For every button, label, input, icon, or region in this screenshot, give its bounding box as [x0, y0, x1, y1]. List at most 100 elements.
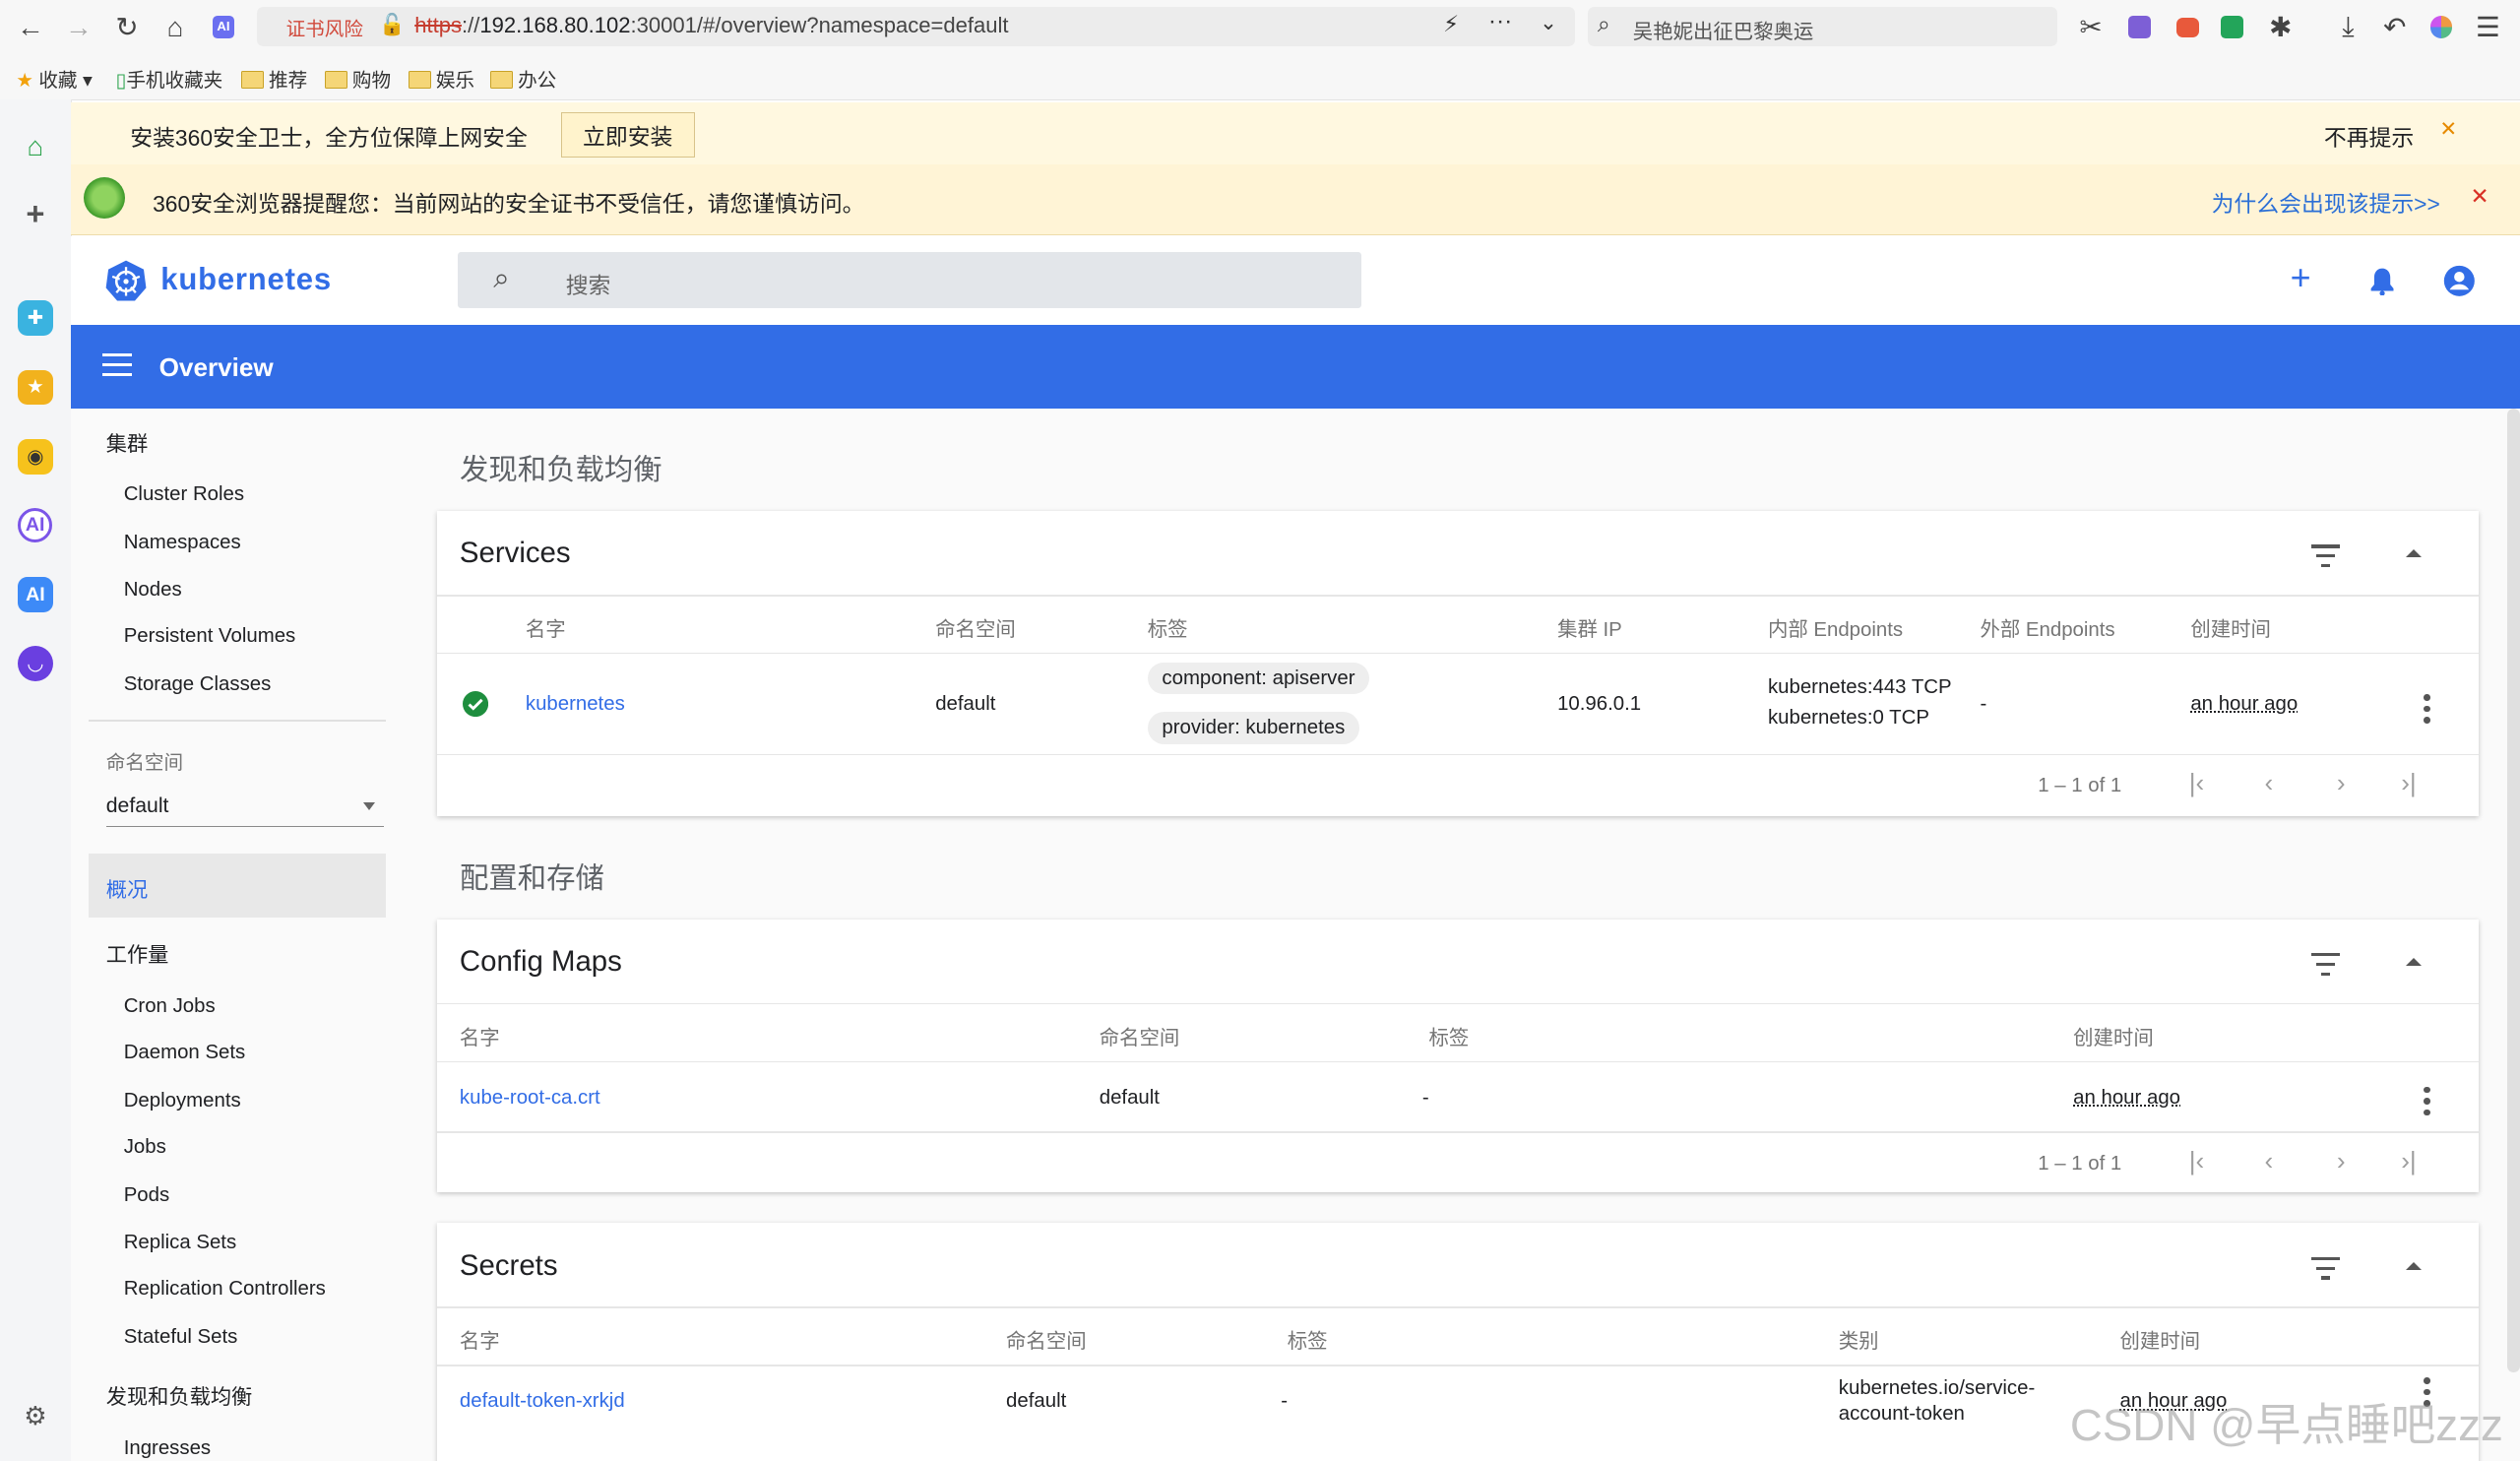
why-warning-link[interactable]: 为什么会出现该提示>> — [2212, 185, 2440, 219]
service-name-link[interactable]: kubernetes — [526, 693, 625, 716]
lightning-icon[interactable]: ⚡ — [1443, 11, 1459, 37]
home-icon[interactable]: ⌂ — [18, 129, 53, 164]
notes-icon[interactable] — [2215, 10, 2250, 45]
kubernetes-logo-icon[interactable] — [104, 259, 148, 302]
nav-section-workloads[interactable]: 工作量 — [106, 938, 169, 969]
row-actions-kebab-icon[interactable] — [2424, 1086, 2430, 1120]
last-page-icon[interactable]: ›| — [2401, 1146, 2416, 1176]
configmap-labels: - — [1421, 1086, 1429, 1109]
nav-item-jobs[interactable]: Jobs — [124, 1136, 166, 1159]
secret-name-link[interactable]: default-token-xrkjd — [460, 1390, 625, 1413]
nav-item-persistent-volumes[interactable]: Persistent Volumes — [124, 625, 296, 648]
first-page-icon[interactable]: |‹ — [2189, 768, 2204, 798]
page-scrollbar[interactable] — [2507, 408, 2520, 1373]
filter-icon[interactable] — [2310, 1256, 2341, 1286]
col-header-created[interactable]: 创建时间 — [2073, 1021, 2154, 1050]
url-text[interactable]: https://192.168.80.102:30001/#/overview?… — [414, 13, 1008, 38]
profile-icon[interactable] — [2424, 10, 2459, 45]
nav-item-deployments[interactable]: Deployments — [124, 1090, 241, 1112]
first-page-icon[interactable]: |‹ — [2189, 1146, 2204, 1176]
insecure-lock-icon[interactable]: 🔓 — [379, 13, 405, 37]
col-header-created[interactable]: 创建时间 — [2190, 612, 2271, 642]
bookmark-mobile[interactable]: ▯手机收藏夹 — [116, 64, 223, 93]
collapse-caret-icon[interactable] — [2406, 958, 2423, 967]
reload-icon[interactable]: ↻ — [109, 10, 145, 45]
col-header-name[interactable]: 名字 — [526, 612, 566, 642]
browser-search[interactable]: ⌕ 吴艳妮出征巴黎奥运 — [1588, 6, 2057, 47]
next-page-icon[interactable]: › — [2337, 768, 2346, 798]
gear-icon[interactable]: ⚙ — [18, 1398, 53, 1433]
bookmark-folder-office[interactable]: 办公 — [489, 64, 556, 93]
scissors-icon[interactable]: ✂ — [2073, 10, 2109, 45]
prev-page-icon[interactable]: ‹ — [2264, 768, 2273, 798]
dont-show-again-link[interactable]: 不再提示 — [2324, 119, 2414, 153]
plus-icon[interactable]: + — [18, 195, 53, 231]
nav-item-stateful-sets[interactable]: Stateful Sets — [124, 1326, 238, 1349]
undo-icon[interactable]: ↶ — [2377, 10, 2413, 45]
ai-assistant-icon[interactable]: AI — [17, 507, 53, 543]
namespace-select[interactable]: default — [105, 781, 385, 828]
address-bar[interactable]: 证书风险 🔓 https://192.168.80.102:30001/#/ov… — [257, 6, 1576, 47]
next-page-icon[interactable]: › — [2337, 1146, 2346, 1176]
search-input[interactable]: ⌕ 搜索 — [458, 252, 1361, 309]
logo-text[interactable]: kubernetes — [160, 262, 332, 297]
nav-item-cluster-roles[interactable]: Cluster Roles — [124, 483, 244, 506]
nav-item-pods[interactable]: Pods — [124, 1184, 169, 1207]
close-icon[interactable]: ✕ — [2439, 117, 2457, 142]
col-header-created[interactable]: 创建时间 — [2120, 1324, 2201, 1354]
configmap-name-link[interactable]: kube-root-ca.crt — [460, 1087, 600, 1110]
ai-icon[interactable]: AI — [17, 577, 53, 613]
bookmark-folder-entertainment[interactable]: 娱乐 — [408, 64, 474, 93]
filter-icon[interactable] — [2310, 953, 2341, 982]
favorites-star-icon[interactable]: ★ — [17, 369, 53, 406]
nav-item-ingresses[interactable]: Ingresses — [124, 1437, 211, 1460]
game-icon[interactable] — [2170, 10, 2205, 45]
last-page-icon[interactable]: ›| — [2401, 768, 2416, 798]
collapse-caret-icon[interactable] — [2406, 549, 2423, 558]
nav-item-overview[interactable]: 概况 — [88, 853, 386, 919]
notifications-bell-icon[interactable] — [2369, 267, 2395, 296]
filter-icon[interactable] — [2310, 544, 2341, 573]
chat-icon[interactable]: ◡ — [17, 646, 53, 682]
hamburger-menu-icon[interactable] — [102, 353, 132, 376]
nav-item-cron-jobs[interactable]: Cron Jobs — [124, 995, 216, 1018]
section-title-config: 配置和存储 — [459, 861, 604, 895]
prev-page-icon[interactable]: ‹ — [2264, 1146, 2273, 1176]
col-header-name[interactable]: 名字 — [460, 1021, 500, 1050]
nav-item-storage-classes[interactable]: Storage Classes — [124, 673, 272, 696]
bookmark-folder-shopping[interactable]: 购物 — [324, 64, 391, 93]
home-icon[interactable]: ⌂ — [158, 10, 193, 45]
nav-section-discovery[interactable]: 发现和负载均衡 — [106, 1380, 253, 1411]
close-icon[interactable]: ✕ — [2470, 183, 2488, 210]
cert-risk-badge[interactable]: 证书风险 — [286, 13, 363, 41]
col-header-name[interactable]: 名字 — [460, 1324, 500, 1354]
app-plus-icon[interactable]: ✚ — [17, 300, 53, 337]
configmaps-title: Config Maps — [459, 945, 622, 978]
robot-icon[interactable]: ◉ — [17, 438, 53, 475]
col-header-internal-endpoints: 内部 Endpoints — [1767, 619, 1904, 642]
row-actions-kebab-icon[interactable] — [2424, 694, 2430, 728]
extensions-icon[interactable]: ✱ — [2263, 10, 2299, 45]
nav-item-replication-controllers[interactable]: Replication Controllers — [124, 1278, 326, 1301]
nav-item-replica-sets[interactable]: Replica Sets — [124, 1232, 236, 1254]
nav-item-namespaces[interactable]: Namespaces — [124, 532, 241, 554]
download-icon[interactable]: ⤓ — [2330, 10, 2365, 45]
menu-icon[interactable]: ☰ — [2470, 10, 2505, 45]
nav-section-cluster[interactable]: 集群 — [106, 427, 148, 458]
more-icon[interactable]: ··· — [1488, 8, 1512, 35]
install-now-button[interactable]: 立即安装 — [560, 112, 695, 159]
nav-item-nodes[interactable]: Nodes — [124, 579, 182, 602]
bookmark-favorites[interactable]: ★ 收藏 ▾ — [16, 64, 92, 93]
nav-item-daemon-sets[interactable]: Daemon Sets — [124, 1042, 246, 1064]
folder-icon — [240, 70, 265, 89]
chevron-down-icon[interactable]: ⌄ — [1540, 11, 1557, 35]
ai-icon[interactable]: AI — [206, 10, 241, 45]
back-arrow-icon[interactable]: ← — [13, 10, 48, 45]
bookmark-folder-recommend[interactable]: 推荐 — [240, 64, 307, 93]
service-external-endpoints: - — [1980, 692, 1987, 715]
account-circle-icon[interactable] — [2443, 265, 2476, 297]
translate-icon[interactable] — [2121, 10, 2157, 45]
collapse-caret-icon[interactable] — [2406, 1261, 2423, 1270]
forward-arrow-icon[interactable]: → — [61, 10, 96, 45]
create-plus-icon[interactable]: + — [2291, 257, 2311, 298]
